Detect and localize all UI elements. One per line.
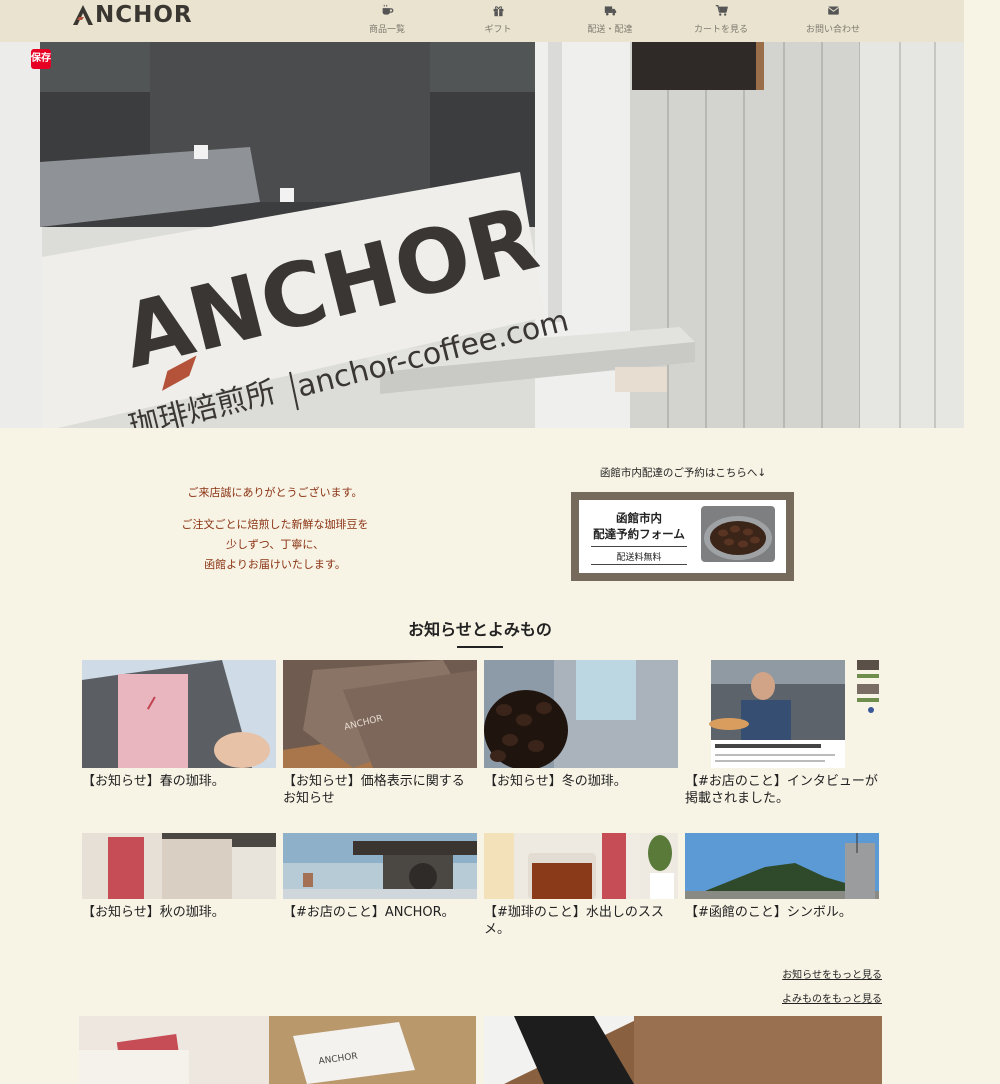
hero-image: ANCHOR anchor-coffee.com 珈琲焙煎所 保存 (0, 42, 964, 428)
banner-title-line: 配達予約フォーム (593, 527, 685, 541)
coffee-beans-image (701, 506, 775, 562)
site-header: NCHOR 商品一覧 ギフト 配送・配達 カートを見る お問い合わせ (0, 0, 964, 42)
nav-cart[interactable]: カートを見る (681, 4, 761, 35)
news-thumbnail (685, 833, 879, 899)
coffee-cup-icon (347, 4, 427, 20)
nav-label: カートを見る (693, 25, 748, 35)
intro-line: ご注文ごとに焙煎した新鮮な珈琲豆を (181, 518, 369, 531)
more-news-link[interactable]: お知らせをもっと見る (782, 966, 882, 981)
envelope-icon (793, 4, 873, 20)
feature-image-right[interactable] (484, 1016, 882, 1084)
nav-label: 配送・配達 (587, 25, 633, 35)
news-title: 【#函館のこと】シンボル。 (685, 905, 852, 920)
nav-contact[interactable]: お問い合わせ (793, 4, 873, 35)
gift-icon (458, 4, 538, 20)
news-title: 【お知らせ】価格表示に関するお知らせ (283, 774, 465, 806)
nav-shipping[interactable]: 配送・配達 (570, 4, 650, 35)
news-title: 【#珈琲のこと】水出しのススメ。 (484, 905, 664, 937)
news-thumbnail (685, 660, 879, 768)
news-title: 【#お店のこと】インタビューが掲載されました。 (685, 774, 878, 806)
news-section-title: お知らせとよみもの (408, 620, 552, 639)
banner-title-line: 函館市内 (616, 511, 662, 525)
news-thumbnail (484, 660, 678, 768)
delivery-reservation-banner[interactable]: 函館市内 配達予約フォーム 配送料無料 (571, 492, 794, 581)
intro-line: ご来店誠にありがとうございます。 (187, 486, 363, 499)
nav-label: ギフト (484, 25, 512, 35)
news-card[interactable]: 【#お店のこと】インタビューが掲載されました。 (685, 660, 879, 807)
truck-icon (570, 4, 650, 20)
site-logo[interactable]: NCHOR (72, 2, 193, 28)
news-card[interactable]: ANCHOR 【お知らせ】価格表示に関するお知らせ (283, 660, 477, 807)
anchor-logo-icon (72, 4, 94, 26)
news-thumbnail (82, 660, 276, 768)
banner-divider (591, 546, 687, 547)
intro-line: 少しずつ、丁寧に、 (225, 538, 324, 551)
nav-label: お問い合わせ (805, 25, 860, 35)
news-thumbnail (283, 833, 477, 899)
news-thumbnail (484, 833, 678, 899)
news-title: 【お知らせ】冬の珈琲。 (484, 774, 627, 789)
banner-inner: 函館市内 配達予約フォーム 配送料無料 (579, 500, 786, 573)
cart-icon (681, 4, 761, 20)
news-thumbnail (82, 833, 276, 899)
logo-text: NCHOR (95, 2, 193, 28)
feature-image-left[interactable]: ANCHOR (79, 1016, 476, 1084)
intro-line: 函館よりお届けいたします。 (204, 558, 346, 571)
banner-subtitle: 配送料無料 (616, 553, 662, 563)
news-card[interactable]: 【お知らせ】秋の珈琲。 (82, 833, 276, 921)
nav-products[interactable]: 商品一覧 (347, 4, 427, 35)
news-thumbnail: ANCHOR (283, 660, 477, 768)
delivery-caption: 函館市内配達のご予約はこちらへ↓ (599, 467, 767, 479)
news-card[interactable]: 【#函館のこと】シンボル。 (685, 833, 879, 921)
nav-gift[interactable]: ギフト (458, 4, 538, 35)
news-card[interactable]: 【お知らせ】春の珈琲。 (82, 660, 276, 790)
news-card[interactable]: 【#お店のこと】ANCHOR。 (283, 833, 477, 921)
section-underline (457, 646, 503, 648)
news-title: 【お知らせ】春の珈琲。 (82, 774, 225, 789)
news-title: 【#お店のこと】ANCHOR。 (283, 905, 455, 920)
news-card[interactable]: 【お知らせ】冬の珈琲。 (484, 660, 678, 790)
news-card[interactable]: 【#珈琲のこと】水出しのススメ。 (484, 833, 678, 938)
banner-title: 函館市内 配達予約フォーム (591, 510, 687, 542)
more-reading-link[interactable]: よみものをもっと見る (782, 990, 882, 1005)
intro-message: ご来店誠にありがとうございます。 ご注文ごとに焙煎した新鮮な珈琲豆を 少しずつ、… (150, 483, 400, 575)
news-title: 【お知らせ】秋の珈琲。 (82, 905, 225, 920)
banner-divider (591, 564, 687, 565)
nav-label: 商品一覧 (368, 25, 405, 35)
save-badge[interactable]: 保存 (31, 49, 51, 69)
